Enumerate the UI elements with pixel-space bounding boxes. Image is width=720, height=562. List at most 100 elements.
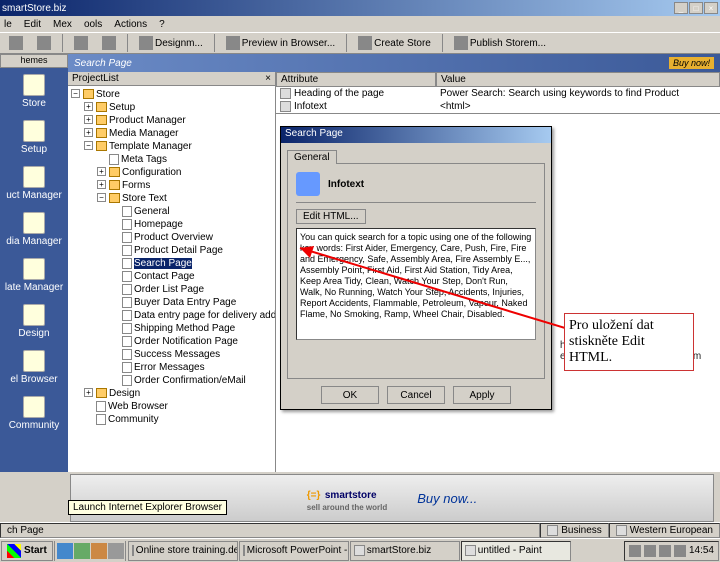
col-attribute[interactable]: Attribute: [276, 72, 436, 87]
page-icon: [280, 88, 291, 99]
sidebar-item-design[interactable]: Design: [0, 298, 68, 344]
statusbar: ch Page Business Western European: [0, 522, 720, 538]
template-icon: [23, 258, 45, 280]
sidebar-item-setup[interactable]: Setup: [0, 114, 68, 160]
tray-icon[interactable]: [644, 545, 656, 557]
sidebar: hemes Store Setup uct Manager dia Manage…: [0, 54, 68, 472]
value-row: Power Search: Search using keywords to f…: [436, 87, 720, 100]
sidebar-item-store[interactable]: Store: [0, 68, 68, 114]
tray-icon[interactable]: [659, 545, 671, 557]
task-button-active[interactable]: untitled - Paint: [461, 541, 571, 561]
tool-a[interactable]: [69, 34, 93, 52]
cancel-button[interactable]: Cancel: [387, 386, 445, 404]
tool-fwd[interactable]: [32, 34, 56, 52]
tree-item[interactable]: Data entry page for delivery address: [122, 309, 273, 322]
tree-header: ProjectList: [72, 73, 119, 84]
community-icon: [23, 396, 45, 418]
menu-file[interactable]: le: [4, 19, 12, 30]
tree-item[interactable]: Contact Page: [122, 270, 273, 283]
quicklaunch-icon[interactable]: [108, 543, 124, 559]
start-button[interactable]: Start: [1, 541, 53, 561]
menubar: le Edit Mex ools Actions ?: [0, 16, 720, 32]
menu-mex[interactable]: Mex: [53, 19, 72, 30]
status-left: ch Page: [0, 523, 540, 538]
tree-item[interactable]: Product Detail Page: [122, 244, 273, 257]
value-row: <html>: [436, 100, 720, 113]
toolbar: Designm... Preview in Browser... Create …: [0, 32, 720, 54]
media-icon: [23, 212, 45, 234]
ok-button[interactable]: OK: [321, 386, 379, 404]
menu-tools[interactable]: ools: [84, 19, 102, 30]
tree-item-selected[interactable]: Search Page: [122, 257, 273, 270]
annotation-callout: Pro uložení dat stiskněte Edit HTML.: [564, 313, 694, 371]
sidebar-item-community[interactable]: Community: [0, 390, 68, 436]
quicklaunch-icon[interactable]: [91, 543, 107, 559]
back-icon: [9, 36, 23, 50]
product-icon: [23, 166, 45, 188]
info-icon: [280, 101, 291, 112]
tree-item[interactable]: Buyer Data Entry Page: [122, 296, 273, 309]
app-title: smartStore.biz: [2, 3, 674, 14]
publish-button[interactable]: Publish Storem...: [449, 34, 551, 52]
annotation-arrow: [290, 136, 580, 336]
minimize-button[interactable]: _: [674, 2, 688, 14]
tree-item[interactable]: Order Confirmation/eMail: [122, 374, 273, 387]
tree-item[interactable]: Order Notification Page: [122, 335, 273, 348]
attr-row[interactable]: Heading of the page: [276, 87, 436, 100]
sidebar-item-template[interactable]: late Manager: [0, 252, 68, 298]
browser-icon: [23, 350, 45, 372]
sidebar-tab[interactable]: hemes: [0, 54, 68, 68]
window-buttons: _ □ ×: [674, 2, 718, 14]
sidebar-item-media[interactable]: dia Manager: [0, 206, 68, 252]
menu-actions[interactable]: Actions: [114, 19, 147, 30]
tree-item[interactable]: Product Overview: [122, 231, 273, 244]
sidebar-item-browser[interactable]: el Browser: [0, 344, 68, 390]
tool-back[interactable]: [4, 34, 28, 52]
preview-button[interactable]: Preview in Browser...: [221, 34, 340, 52]
banner-logo: {=} smartstoresell around the world: [307, 485, 387, 512]
tree-item[interactable]: Error Messages: [122, 361, 273, 374]
save-icon: [102, 36, 116, 50]
task-button[interactable]: smartStore.biz: [350, 541, 460, 561]
system-tray[interactable]: 14:54: [624, 541, 719, 561]
content-header: Search Page Buy now!: [68, 54, 720, 72]
tree-item[interactable]: Shipping Method Page: [122, 322, 273, 335]
design-button[interactable]: Designm...: [134, 34, 208, 52]
taskbar: Start Online store training.dev Microsof…: [0, 538, 720, 562]
tree-item[interactable]: Order List Page: [122, 283, 273, 296]
buy-now-badge[interactable]: Buy now!: [669, 57, 714, 69]
globe-icon: [616, 525, 627, 536]
close-icon[interactable]: ×: [265, 73, 271, 84]
menu-help[interactable]: ?: [159, 19, 165, 30]
quicklaunch-icon[interactable]: [74, 543, 90, 559]
design-icon: [139, 36, 153, 50]
quicklaunch-icon[interactable]: [57, 543, 73, 559]
col-value[interactable]: Value: [436, 72, 720, 87]
volume-icon[interactable]: [674, 545, 686, 557]
design-icon: [23, 304, 45, 326]
page-title: Search Page: [74, 58, 132, 69]
maximize-button[interactable]: □: [689, 2, 703, 14]
tree-item[interactable]: Homepage: [122, 218, 273, 231]
menu-edit[interactable]: Edit: [24, 19, 41, 30]
tray-icon[interactable]: [629, 545, 641, 557]
business-icon: [547, 525, 558, 536]
project-tree[interactable]: −Store +Setup +Product Manager +Media Ma…: [68, 86, 275, 472]
status-business: Business: [540, 523, 609, 538]
publish-icon: [454, 36, 468, 50]
task-button[interactable]: Online store training.dev: [128, 541, 238, 561]
close-button[interactable]: ×: [704, 2, 718, 14]
status-encoding: Western European: [609, 523, 720, 538]
setup-icon: [23, 120, 45, 142]
tree-panel: ProjectList × −Store +Setup +Product Mana…: [68, 72, 276, 472]
create-store-button[interactable]: Create Store: [353, 34, 436, 52]
tree-item[interactable]: Success Messages: [122, 348, 273, 361]
apply-button[interactable]: Apply: [453, 386, 511, 404]
tool-b[interactable]: [97, 34, 121, 52]
sidebar-item-product[interactable]: uct Manager: [0, 160, 68, 206]
preview-icon: [226, 36, 240, 50]
doc-icon: [74, 36, 88, 50]
attr-row[interactable]: Infotext: [276, 100, 436, 113]
task-button[interactable]: Microsoft PowerPoint - ...: [239, 541, 349, 561]
tree-item[interactable]: General: [122, 205, 273, 218]
